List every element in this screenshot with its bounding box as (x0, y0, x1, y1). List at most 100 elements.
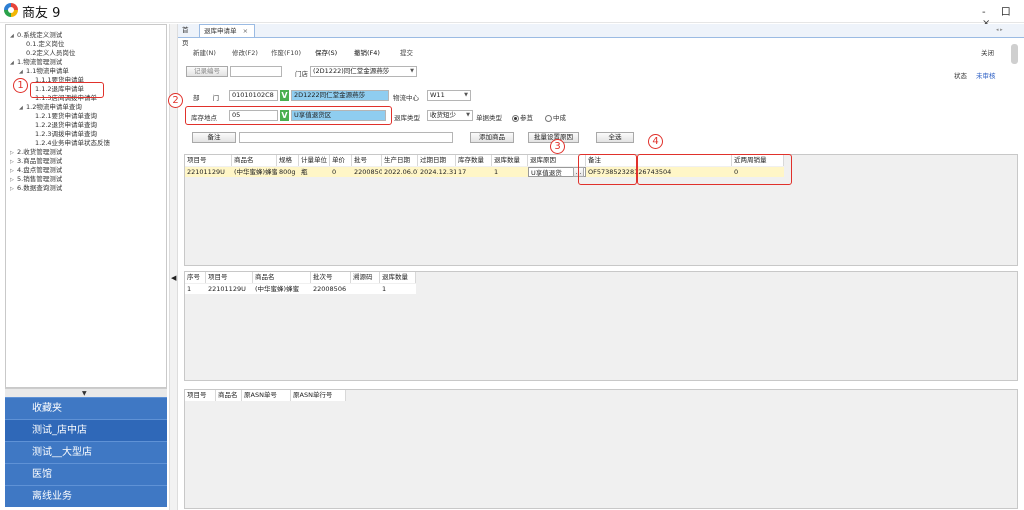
nav-item[interactable]: 测试_店中店 (5, 419, 167, 441)
tree-item-label: 6.数据查询测试 (17, 184, 63, 192)
grid-header: 生产日期 (382, 155, 418, 166)
grid-cell: 17 (458, 168, 467, 176)
nav-item[interactable]: 医馆 (5, 463, 167, 485)
grid-cell: (中华蜜蜂)蜂蜜 (255, 285, 300, 293)
grid-header: 商品名 (253, 272, 311, 283)
annotation-box-4 (637, 154, 792, 185)
close-button[interactable]: 关闭 (981, 47, 994, 57)
record-no-button[interactable]: 记录编号 (186, 66, 228, 77)
remark-button[interactable]: 备注 (192, 132, 236, 143)
save-button[interactable]: 保存(S) (315, 47, 337, 57)
grid-cell: 2024.12.31 (420, 168, 456, 176)
nav-item[interactable]: 离线业务 (5, 485, 167, 507)
grid-header: 过期日期 (418, 155, 456, 166)
grid-cell: 22101129U (208, 285, 246, 293)
tab-close-icon[interactable]: × (243, 27, 248, 35)
scrollbar-thumb[interactable] (1011, 44, 1018, 64)
batch-grid: 序号 项目号 商品名 批次号 溯源码 退库数量 1 22101129U (中华蜜蜂)蜂蜜 2200… (184, 271, 1018, 381)
return-type-select[interactable]: 收货短少 ▼ (427, 110, 473, 121)
record-no-input[interactable] (230, 66, 282, 77)
undo-button[interactable]: 撤销(F4) (354, 47, 380, 57)
grid-header: 原ASN单号 (242, 390, 291, 401)
submit-button[interactable]: 提交 (400, 47, 413, 57)
remark-input[interactable] (239, 132, 453, 143)
grid-header: 序号 (185, 272, 206, 283)
return-type-value: 收货短少 (430, 111, 456, 119)
collapse-left-icon[interactable]: ◀ (171, 274, 176, 282)
grid-cell: (中华蜜蜂)蜂蜜 (234, 168, 277, 176)
status-badge: 未审核 (976, 72, 996, 80)
doc-type-option-2[interactable]: 中成 (545, 112, 566, 122)
horizontal-splitter[interactable]: ▼ (5, 388, 167, 397)
grid-cell: 800g (279, 168, 296, 176)
tree-item[interactable]: ▷ 6.数据查询测试 (10, 182, 62, 192)
logistics-label: 物流中心 (393, 94, 419, 102)
return-type-label: 退库类型 (394, 114, 420, 122)
grid-header: 规格 (277, 155, 299, 166)
chevron-down-icon: ▼ (464, 92, 468, 98)
grid-header: 商品名 (232, 155, 277, 166)
grid-cell: 1 (187, 285, 192, 293)
chevron-down-icon: ▼ (410, 68, 414, 74)
tab-bar: 首页 退库申请单 × ◂ ▸ (178, 24, 1024, 47)
doc-type-label: 单据类型 (476, 114, 502, 122)
bottom-nav-menu: 收藏夹 测试_店中店 测试__大型店 医馆 离线业务 (5, 397, 167, 509)
tab-scroll-icon[interactable]: ◂ ▸ (996, 27, 1003, 33)
grid-cell: 瓶 (301, 168, 308, 176)
dept-code-input[interactable]: 01010102C8 (229, 90, 278, 101)
grid-header: 计量单位 (299, 155, 330, 166)
annotation-marker-2: 2 (168, 93, 183, 108)
annotation-box-3 (578, 154, 637, 185)
grid-header: 批次号 (311, 272, 351, 283)
grid-header: 溯源码 (351, 272, 380, 283)
grid-header: 商品名 (216, 390, 242, 401)
grid-header: 项目号 (185, 155, 232, 166)
title-bar: 商友 9 - 口 × (0, 0, 1024, 29)
annotation-box-2 (185, 106, 392, 125)
grid-cell: 22008506 (313, 285, 347, 293)
grid-cell: 1 (494, 168, 499, 176)
select-all-button[interactable]: 全选 (596, 132, 634, 143)
tree-expand-icon: ◢ (10, 60, 14, 66)
grid-cell: 1 (382, 285, 387, 293)
annotation-marker-3: 3 (550, 139, 565, 154)
nav-item[interactable]: 收藏夹 (5, 397, 167, 419)
void-button[interactable]: 作废(F10) (271, 47, 301, 57)
grid-header: 退库数量 (380, 272, 416, 283)
tab-home[interactable]: 首页 (178, 24, 198, 47)
grid-cell (351, 284, 380, 294)
dept-confirm-icon[interactable]: V (280, 90, 289, 101)
store-label: 门店 (295, 70, 308, 78)
logistics-value: W11 (430, 91, 445, 99)
toolbar: 新建(N) 修改(F2) 作废(F10) 保存(S) 撤销(F4) 提交 关闭 (178, 38, 1024, 57)
store-select[interactable]: (2D1222)同仁堂金源燕莎 ▼ (310, 66, 417, 77)
grid-header: 项目号 (185, 390, 216, 401)
table-row[interactable]: 1 22101129U (中华蜜蜂)蜂蜜 22008506 1 (185, 284, 416, 294)
chevron-down-icon: ▼ (466, 112, 470, 118)
collapse-down-icon[interactable]: ▼ (82, 390, 87, 397)
radio-icon[interactable] (545, 114, 552, 122)
grid-cell: 22101129U (187, 168, 225, 176)
grid-cell: 0 (332, 168, 337, 176)
asn-grid: 项目号 商品名 原ASN单号 原ASN单行号 (184, 389, 1018, 509)
tab-return-request[interactable]: 退库申请单 × (199, 24, 255, 37)
grid-cell: 2022.06.07 (384, 168, 418, 176)
nav-item[interactable]: 测试__大型店 (5, 441, 167, 463)
tree-expand-icon: ◢ (10, 33, 14, 39)
app-title: 商友 9 (22, 6, 61, 21)
dept-label: 部 门 (193, 94, 219, 102)
menu-tree-panel: ◢ 0.系统定义测试 0.1.定义岗位 0.2定义人员岗位 ◢ 1.物流管理测试 ◢ 1.1物… (5, 24, 167, 388)
radio-selected-icon[interactable] (512, 114, 519, 122)
tree-expand-icon: ▷ (10, 186, 14, 192)
add-goods-button[interactable]: 添加商品 (470, 132, 514, 143)
dept-name-field: 2D1222同仁堂金源燕莎 (291, 90, 389, 101)
annotation-marker-4: 4 (648, 134, 663, 149)
tree-expand-icon: ◢ (19, 105, 23, 111)
grid-header: 单价 (330, 155, 352, 166)
logistics-select[interactable]: W11 ▼ (427, 90, 471, 101)
store-value: (2D1222)同仁堂金源燕莎 (313, 67, 390, 75)
tree-expand-icon: ◢ (19, 69, 23, 75)
doc-type-option-1[interactable]: 参苴 (512, 112, 533, 122)
new-button[interactable]: 新建(N) (193, 47, 216, 57)
edit-button[interactable]: 修改(F2) (232, 47, 258, 57)
